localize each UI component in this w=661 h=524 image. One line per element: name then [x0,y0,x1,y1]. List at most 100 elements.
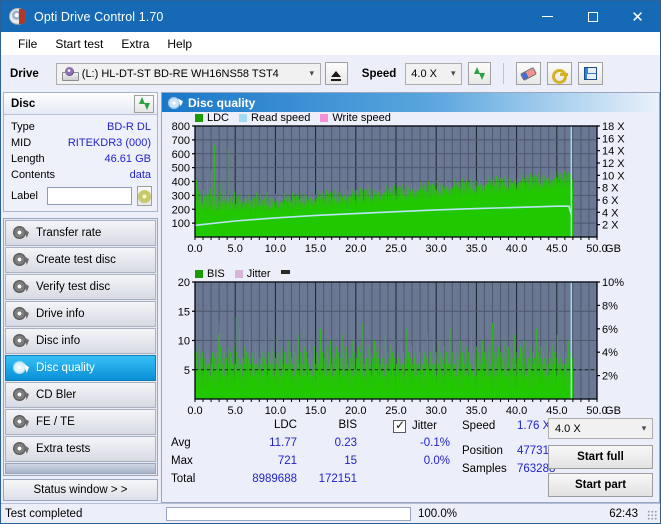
sidebar-item-label: FE / TE [36,416,75,428]
svg-text:500: 500 [172,163,190,175]
disc-label-input[interactable] [46,187,132,205]
floppy-save-icon [584,67,598,80]
svg-text:2%: 2% [602,371,618,383]
stats-max-ldc: 721 [277,455,297,467]
jitter-checkbox[interactable] [393,418,406,433]
drive-select[interactable]: (L:) HL-DT-ST BD-RE WH16NS58 TST4 ▾ [55,62,321,85]
disc-test-icon [12,415,29,429]
stats-total-bis: 172151 [318,473,357,485]
disc-test-icon [12,226,29,240]
jitter-label: Jitter [412,420,437,432]
sidebar-item-verify-test-disc[interactable]: Verify test disc [5,274,156,300]
refresh-icon [473,67,486,80]
speed-stat-value: 1.76 X [517,420,551,432]
sidebar-item-disc-info[interactable]: Disc info [5,328,156,354]
disc-row-label: Label [4,183,157,207]
panel-title: Disc quality [188,95,256,110]
svg-text:45.0: 45.0 [546,405,567,417]
svg-text:2 X: 2 X [602,220,619,232]
svg-text:30.0: 30.0 [425,405,446,417]
disc-contents-label: Contents [11,169,56,181]
speed-select-value: 4.0 X [411,67,437,80]
drive-label: Drive [10,67,39,80]
menu-bar: File Start test Extra Help [1,32,660,55]
sidebar-item-extra-tests[interactable]: Extra tests [5,436,156,462]
elapsed-time: 62:43 [609,507,638,520]
minimize-icon [542,16,553,17]
sidebar-item-transfer-rate[interactable]: Transfer rate [5,220,156,246]
svg-text:5.0: 5.0 [228,405,243,417]
ldc-chart: LDC Read speed Write speed 100 200 300 400 5… [162,112,659,257]
disc-length-value: 46.61 GB [104,153,151,165]
menu-file[interactable]: File [9,35,46,53]
drive-toolbar: Drive (L:) HL-DT-ST BD-RE WH16NS58 TST4 … [1,55,660,92]
eject-button[interactable] [324,62,348,85]
progress-percent: 100.0% [418,507,458,520]
erase-button[interactable] [516,62,542,85]
key-button[interactable] [547,62,573,85]
sidebar-item-disc-quality[interactable]: Disc quality [5,355,156,381]
svg-text:6%: 6% [602,324,618,336]
speed-label: Speed [361,67,397,80]
stats-col-bis: BIS [338,419,357,431]
disc-quality-icon [168,96,182,109]
eject-icon [331,70,342,81]
disc-row-mid: MID RITEKDR3 (000) [4,135,157,151]
svg-text:14 X: 14 X [602,146,625,158]
svg-text:20.0: 20.0 [345,405,366,417]
menu-help[interactable]: Help [158,35,201,53]
stats-max-bis: 15 [344,455,357,467]
svg-text:0.0: 0.0 [187,405,202,417]
maximize-button[interactable] [570,1,615,32]
svg-text:12 X: 12 X [602,158,625,170]
test-speed-value: 4.0 X [555,422,581,435]
chevron-down-icon: ▾ [641,423,647,434]
menu-extra[interactable]: Extra [112,35,158,53]
chevron-down-icon: ▾ [451,68,456,79]
sidebar-item-fe-te[interactable]: FE / TE [5,409,156,435]
disc-contents-value: data [129,169,151,181]
save-button[interactable] [578,62,604,85]
svg-text:5: 5 [184,365,190,377]
sidebar-item-label: Drive info [36,308,85,320]
svg-text:20: 20 [178,277,190,289]
jitter-value-1: -0.1% [419,437,450,449]
start-full-button[interactable]: Start full [548,445,653,469]
svg-text:35.0: 35.0 [466,405,487,417]
disc-panel-body: Type BD-R DL MID RITEKDR3 (000) Length 4… [4,115,157,211]
minimize-button[interactable] [525,1,570,32]
eraser-icon [520,66,538,81]
disc-row-length: Length 46.61 GB [4,151,157,167]
sidebar-item-cd-bler[interactable]: CD Bler [5,382,156,408]
menu-start-test[interactable]: Start test [46,35,112,53]
svg-text:10%: 10% [602,277,624,289]
disc-label-button[interactable] [136,186,152,206]
sidebar-item-create-test-disc[interactable]: Create test disc [5,247,156,273]
maximize-icon [587,11,598,22]
progress-bar [166,506,411,521]
sidebar-item-label: CD Bler [36,389,77,401]
sidebar-item-drive-info[interactable]: Drive info [5,301,156,327]
disc-quality-panel: Disc quality LDC Read speed Write speed … [161,92,660,503]
disc-test-icon [12,280,29,294]
svg-text:200: 200 [172,204,190,216]
resize-grip[interactable] [647,510,657,520]
speed-stat-label: Speed [462,420,496,432]
status-window-button[interactable]: Status window > > [3,479,158,501]
disc-refresh-button[interactable] [134,94,154,113]
disc-length-label: Length [11,153,45,165]
disc-panel-title: Disc [11,97,36,110]
start-part-button[interactable]: Start part [548,473,653,497]
speed-select[interactable]: 4.0 X ▾ [405,62,463,85]
sidebar-item-label: Transfer rate [36,227,102,239]
svg-text:700: 700 [172,135,190,147]
window-title: Opti Drive Control 1.70 [34,9,164,24]
test-speed-select[interactable]: 4.0 X ▾ [548,418,653,439]
close-button[interactable]: ✕ [615,1,660,32]
svg-text:100: 100 [172,218,190,230]
title-bar: Opti Drive Control 1.70 ✕ [1,1,660,32]
stats-col-ldc: LDC [273,419,297,431]
app-window: Opti Drive Control 1.70 ✕ File Start tes… [0,0,661,524]
refresh-button[interactable] [468,62,492,85]
stats-avg-ldc: 11.77 [269,437,297,449]
